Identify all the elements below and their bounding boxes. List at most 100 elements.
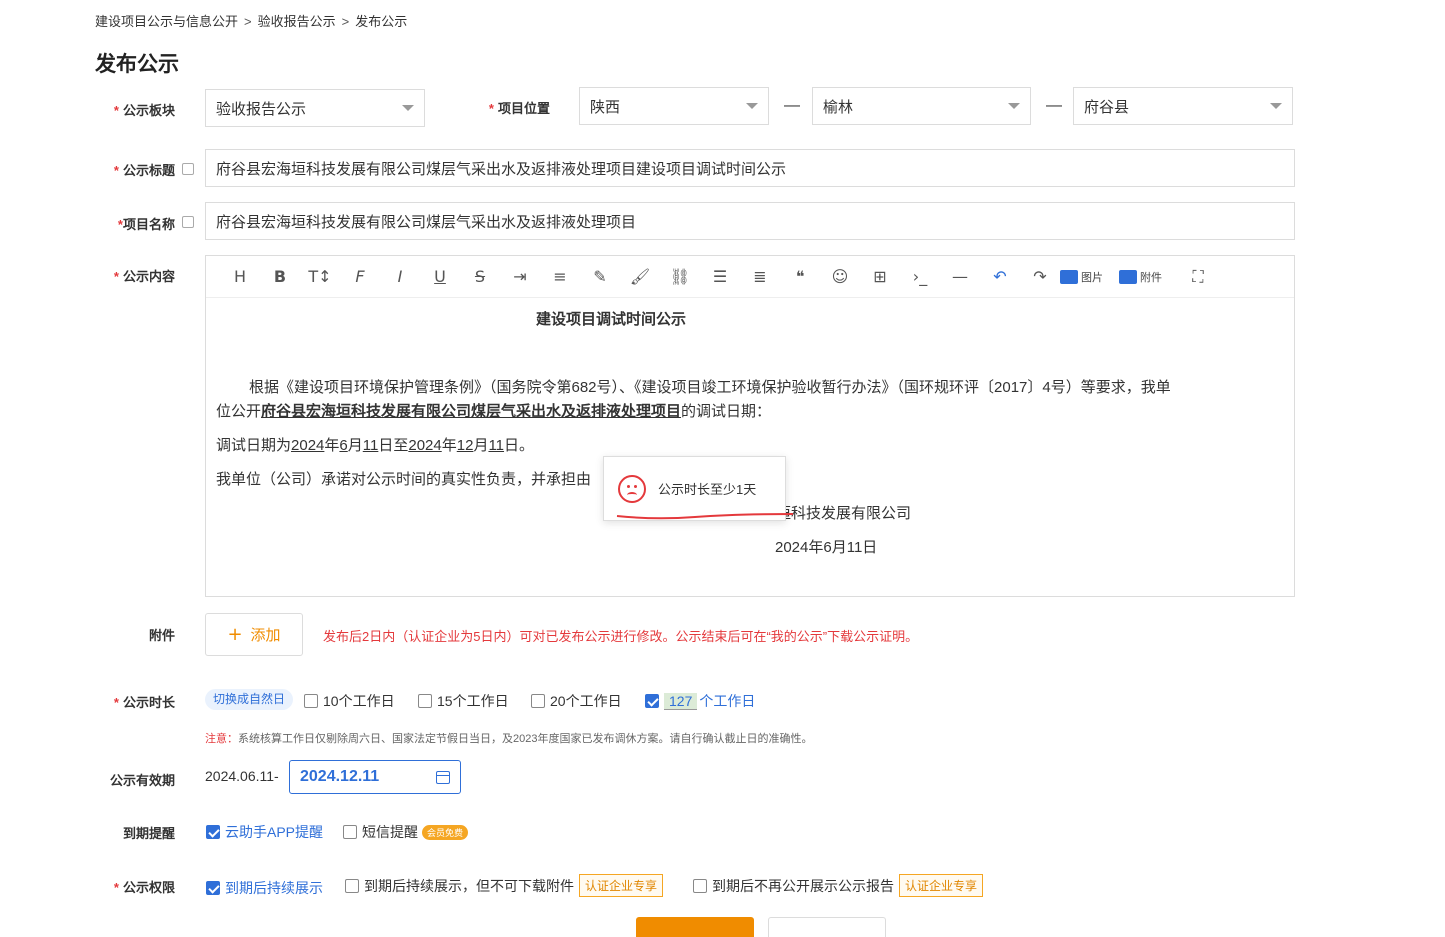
county-value: 府谷县 (1084, 98, 1130, 116)
quote-icon[interactable]: ❝ (780, 267, 820, 286)
link-icon[interactable]: ⛓ (660, 267, 700, 286)
checkbox[interactable] (343, 825, 357, 839)
certified-badge: 认证企业专享 (579, 874, 664, 897)
emoji-icon[interactable]: ☺ (820, 267, 860, 286)
title-input[interactable]: 府谷县宏海垣科技发展有限公司煤层气采出水及返排液处理项目建设项目调试时间公示 (205, 149, 1295, 187)
doc-title: 建设项目调试时间公示 (536, 311, 687, 328)
table-icon[interactable]: ⊞ (860, 267, 900, 286)
breadcrumb-item-info[interactable]: 建设项目公示与信息公开 (95, 14, 238, 29)
checkbox[interactable] (418, 694, 432, 708)
location-separator: — (1046, 97, 1062, 114)
insert-attachment-label: 附件 (1140, 271, 1162, 284)
breadcrumb: 建设项目公示与信息公开 > 验收报告公示 > 发布公示 (95, 11, 407, 30)
page-title: 发布公示 (95, 53, 179, 76)
checkbox[interactable] (345, 878, 359, 893)
cancel-button[interactable] (768, 917, 886, 937)
reminder-app-option[interactable]: 云助手APP提醒 (206, 822, 323, 842)
heading-icon[interactable]: H (220, 267, 260, 286)
rich-text-editor[interactable]: H B T↕ F I U S ⇥ ≡ ✎ 🖌 ⛓ ☰ ≣ ❝ ☺ ⊞ ›_ — … (205, 255, 1295, 597)
checkbox[interactable] (531, 694, 545, 708)
background-color-icon[interactable]: 🖌 (620, 267, 660, 286)
divider-icon[interactable]: — (940, 267, 980, 286)
align-icon[interactable]: ≣ (740, 267, 780, 286)
doc-paragraph-2: 调试日期为2024年6月11日至2024年12月11日。 (216, 437, 535, 454)
undo-icon[interactable]: ↶ (980, 267, 1020, 286)
breadcrumb-item-current: 发布公示 (355, 14, 408, 29)
breadcrumb-item-acceptance[interactable]: 验收报告公示 (258, 14, 336, 29)
font-color-icon[interactable]: ✎ (580, 267, 620, 286)
province-value: 陕西 (590, 98, 621, 116)
chevron-down-icon (402, 105, 414, 111)
custom-days-input[interactable]: 127 (664, 692, 698, 710)
permission-label: * 公示权限 (113, 880, 175, 895)
insert-image-button[interactable]: 图片 (1060, 269, 1103, 285)
validity-end-date-picker[interactable]: 2024.12.11 (289, 760, 461, 794)
duration-option-20[interactable]: 20个工作日 (531, 691, 622, 711)
duration-option-15[interactable]: 15个工作日 (418, 691, 509, 711)
city-select[interactable]: 榆林 (812, 87, 1031, 125)
validity-start: 2024.06.11- (205, 768, 279, 784)
image-icon (1060, 269, 1078, 284)
line-height-icon[interactable]: ≡ (540, 267, 580, 286)
duration-option-10[interactable]: 10个工作日 (304, 691, 395, 711)
permission-option-3[interactable]: 到期后不再公开展示公示报告 认证企业专享 (693, 874, 984, 897)
underline-icon[interactable]: U (420, 267, 460, 286)
font-size-icon[interactable]: T↕ (300, 267, 340, 286)
code-icon[interactable]: ›_ (900, 267, 940, 286)
checkbox-checked[interactable] (206, 881, 220, 895)
chevron-down-icon (1008, 103, 1020, 109)
submit-button[interactable] (636, 917, 754, 937)
duration-option-custom[interactable]: 127 个工作日 (645, 691, 755, 711)
fullscreen-icon[interactable]: ⛶ (1178, 267, 1218, 287)
checkbox-checked[interactable] (645, 694, 659, 708)
duration-label: * 公示时长 (113, 695, 175, 710)
validity-label: 公示有效期 (109, 773, 175, 788)
toast-message: 公示时长至少1天 (658, 482, 757, 497)
calendar-icon[interactable] (436, 770, 450, 784)
checkbox[interactable] (693, 878, 707, 893)
chevron-down-icon (1270, 103, 1282, 109)
italic-icon[interactable]: I (380, 267, 420, 286)
preview-icon[interactable] (182, 163, 194, 175)
county-select[interactable]: 府谷县 (1073, 87, 1293, 125)
board-label: * 公示板块 (113, 103, 175, 118)
reminder-label: 到期提醒 (122, 826, 175, 841)
indent-icon[interactable]: ⇥ (500, 267, 540, 286)
redo-icon[interactable]: ↷ (1020, 267, 1060, 286)
doc-signature-date: 2024年6月11日 (775, 539, 878, 556)
add-attachment-label: 添加 (250, 627, 281, 644)
province-select[interactable]: 陕西 (579, 87, 769, 125)
checkbox[interactable] (304, 694, 318, 708)
location-separator: — (784, 97, 800, 114)
permission-option-1[interactable]: 到期后持续展示 (206, 878, 323, 898)
board-select-value: 验收报告公示 (216, 100, 307, 118)
reminder-sms-option[interactable]: 短信提醒 会员免费 (343, 822, 469, 842)
duration-note: 注意：系统核算工作日仅剔除周六日、国家法定节假日当日，及2023年度国家已发布调… (205, 733, 813, 745)
project-name-input[interactable]: 府谷县宏海垣科技发展有限公司煤层气采出水及返排液处理项目 (205, 202, 1295, 240)
title-label: * 公示标题 (113, 163, 175, 178)
chevron-down-icon (746, 103, 758, 109)
font-family-icon[interactable]: F (340, 267, 380, 286)
editor-toolbar: H B T↕ F I U S ⇥ ≡ ✎ 🖌 ⛓ ☰ ≣ ❝ ☺ ⊞ ›_ — … (206, 256, 1294, 298)
checkbox-checked[interactable] (206, 825, 220, 839)
bold-icon[interactable]: B (260, 267, 300, 286)
list-icon[interactable]: ☰ (700, 267, 740, 286)
permission-option-2[interactable]: 到期后持续展示，但不可下载附件 认证企业专享 (345, 874, 664, 897)
strikethrough-icon[interactable]: S (460, 267, 500, 286)
add-attachment-button[interactable]: + 添加 (205, 613, 303, 656)
validity-end-value: 2024.12.11 (300, 768, 380, 785)
breadcrumb-separator: > (244, 14, 252, 29)
city-value: 榆林 (823, 98, 854, 116)
attachment-hint: 发布后2日内（认证企业为5日内）可对已发布公示进行修改。公示结束后可在“我的公示… (323, 629, 919, 644)
red-underline-annotation (616, 513, 794, 520)
sad-face-icon (618, 474, 646, 503)
doc-paragraph-1b: 位公开府谷县宏海垣科技发展有限公司煤层气采出水及返排液处理项目的调试日期： (216, 403, 772, 420)
insert-attachment-button[interactable]: 附件 (1119, 269, 1162, 285)
switch-natural-days-button[interactable]: 切换成自然日 (205, 689, 294, 710)
doc-project-name: 府谷县宏海垣科技发展有限公司煤层气采出水及返排液处理项目 (261, 403, 682, 420)
copy-icon[interactable] (182, 216, 194, 228)
plus-icon: + (227, 624, 243, 645)
board-select[interactable]: 验收报告公示 (205, 89, 425, 127)
folder-icon (1119, 269, 1137, 284)
insert-image-label: 图片 (1081, 271, 1103, 284)
